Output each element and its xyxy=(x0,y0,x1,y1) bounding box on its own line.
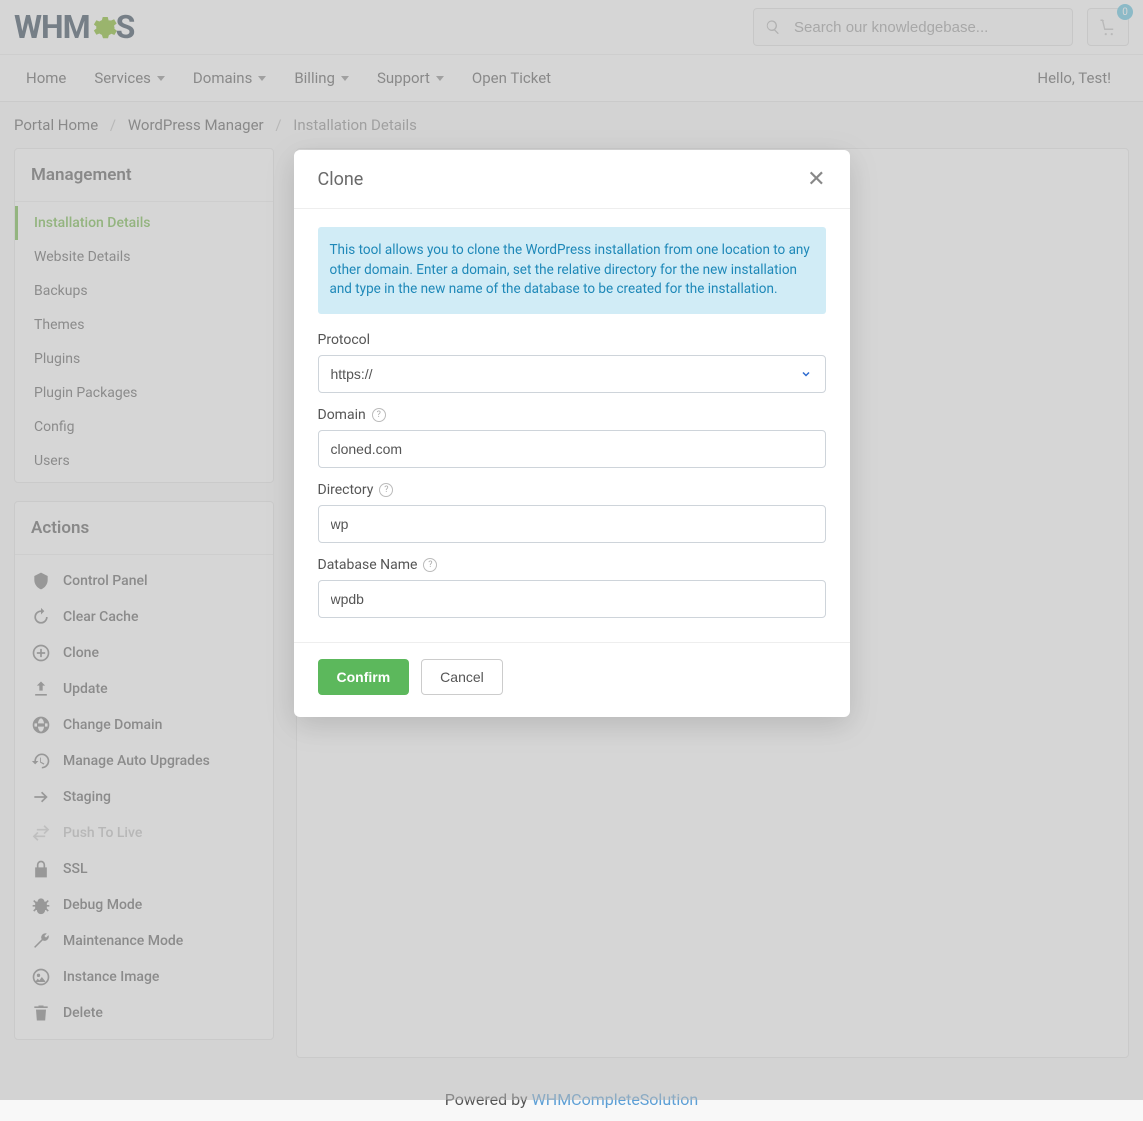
protocol-select[interactable] xyxy=(318,355,826,393)
close-icon[interactable]: ✕ xyxy=(807,168,825,190)
help-icon[interactable]: ? xyxy=(423,558,437,572)
modal-footer: Confirm Cancel xyxy=(294,642,850,717)
clone-modal: Clone ✕ This tool allows you to clone th… xyxy=(294,150,850,717)
help-icon[interactable]: ? xyxy=(379,483,393,497)
confirm-button[interactable]: Confirm xyxy=(318,659,410,695)
domain-input[interactable] xyxy=(318,430,826,468)
protocol-label: Protocol xyxy=(318,332,826,348)
directory-input[interactable] xyxy=(318,505,826,543)
modal-title: Clone xyxy=(318,169,364,190)
modal-overlay: Clone ✕ This tool allows you to clone th… xyxy=(0,0,1143,1100)
modal-body: This tool allows you to clone the WordPr… xyxy=(294,209,850,642)
db-input[interactable] xyxy=(318,580,826,618)
info-box: This tool allows you to clone the WordPr… xyxy=(318,227,826,314)
directory-label: Directory? xyxy=(318,482,826,498)
directory-group: Directory? xyxy=(318,482,826,543)
protocol-group: Protocol xyxy=(318,332,826,393)
modal-header: Clone ✕ xyxy=(294,150,850,209)
domain-group: Domain? xyxy=(318,407,826,468)
db-label: Database Name? xyxy=(318,557,826,573)
domain-label: Domain? xyxy=(318,407,826,423)
cancel-button[interactable]: Cancel xyxy=(421,659,503,695)
help-icon[interactable]: ? xyxy=(372,408,386,422)
db-group: Database Name? xyxy=(318,557,826,618)
